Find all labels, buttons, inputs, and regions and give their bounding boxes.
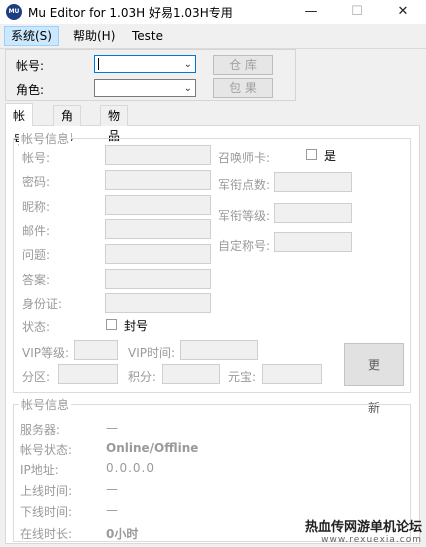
title-bar: MU Mu Editor for 1.03H 好易1.03H专用 — ☐ ✕ [0,0,426,24]
field-label-account: 帐号: [22,151,51,165]
maximize-button[interactable]: ☐ [334,0,380,24]
rank-points-label: 军衔点数: [218,178,271,192]
menu-bar: 系统(S) 帮助(H) Teste [0,24,426,49]
answer-field[interactable] [105,269,211,289]
account-field[interactable] [105,145,211,165]
nickname-field[interactable] [105,195,211,215]
server-value: — [106,421,118,435]
zone-field[interactable] [58,364,118,384]
server-label: 服务器: [20,423,61,437]
ip-label: IP地址: [20,463,59,477]
field-label-nickname: 昵称: [22,200,51,214]
field-label-password: 密码: [22,175,51,189]
vip-time-field[interactable] [180,340,258,360]
field-label-email: 邮件: [22,224,51,238]
field-label-answer: 答案: [22,273,51,287]
account-status-value: Online/Offline [106,441,199,455]
role-combo[interactable]: ⌄ [94,79,196,97]
custom-title-label: 自定称号: [218,239,271,253]
online-duration-label: 在线时长: [20,527,73,541]
minimize-button[interactable]: — [288,0,334,24]
password-field[interactable] [105,170,211,190]
account-label: 帐号: [16,59,45,73]
custom-title-field[interactable] [274,232,352,252]
logout-time-label: 下线时间: [20,505,73,519]
rank-level-label: 军衔等级: [218,209,271,223]
field-label-id: 身份证: [22,297,63,311]
points-label: 积分: [128,370,157,384]
gem-field[interactable] [262,364,322,384]
menu-help[interactable]: 帮助(H) [67,26,121,46]
tab-role[interactable]: 角色 [53,105,82,143]
id-card-field[interactable] [105,293,211,313]
field-label-question: 问题: [22,248,51,262]
account-combo[interactable]: ⌄ [94,55,196,73]
zone-label: 分区: [22,370,51,384]
rank-points-field[interactable] [274,172,352,192]
summoner-label: 召唤师卡: [218,151,271,165]
status-label: 状态: [22,320,51,334]
update-button[interactable]: 更新 [344,343,404,415]
account-info-legend: 帐号信息 [19,130,72,147]
summoner-yes-label: 是 [324,149,337,163]
vip-level-label: VIP等级: [22,346,70,360]
app-icon: MU [6,4,22,20]
login-time-label: 上线时间: [20,484,73,498]
tab-items[interactable]: 物品 [100,105,129,143]
menu-teste[interactable]: Teste [126,26,169,46]
vip-level-field[interactable] [74,340,118,360]
points-field[interactable] [162,364,220,384]
chevron-down-icon[interactable]: ⌄ [184,80,192,97]
role-label: 角色: [16,83,45,97]
tab-account[interactable]: 帐号 [5,103,34,147]
rank-level-field[interactable] [274,203,352,223]
text-caret [98,58,99,70]
menu-system[interactable]: 系统(S) [4,26,59,46]
logout-time-value: — [106,503,118,517]
vip-time-label: VIP时间: [128,346,176,360]
summoner-checkbox[interactable] [306,149,317,160]
ip-value: 0.0.0.0 [106,461,155,475]
gem-label: 元宝: [228,370,257,384]
ban-label: 封号 [124,319,149,333]
watermark-url: www.rexuexia.com [321,535,422,545]
watermark-title: 热血传网游单机论坛 [304,520,422,535]
login-time-value: — [106,482,118,496]
server-info-legend: 帐号信息 [19,396,72,413]
window-title: Mu Editor for 1.03H 好易1.03H专用 [28,6,233,20]
ban-checkbox[interactable] [106,319,117,330]
account-status-label: 帐号状态: [20,443,73,457]
close-button[interactable]: ✕ [380,0,426,24]
online-duration-value: 0小时 [106,527,139,541]
chevron-down-icon[interactable]: ⌄ [184,56,192,73]
warehouse-button[interactable]: 仓 库 [213,55,273,75]
bag-button[interactable]: 包 果 [213,78,273,98]
watermark: 热血传网游单机论坛 www.rexuexia.com [305,516,422,545]
question-field[interactable] [105,244,211,264]
email-field[interactable] [105,219,211,239]
